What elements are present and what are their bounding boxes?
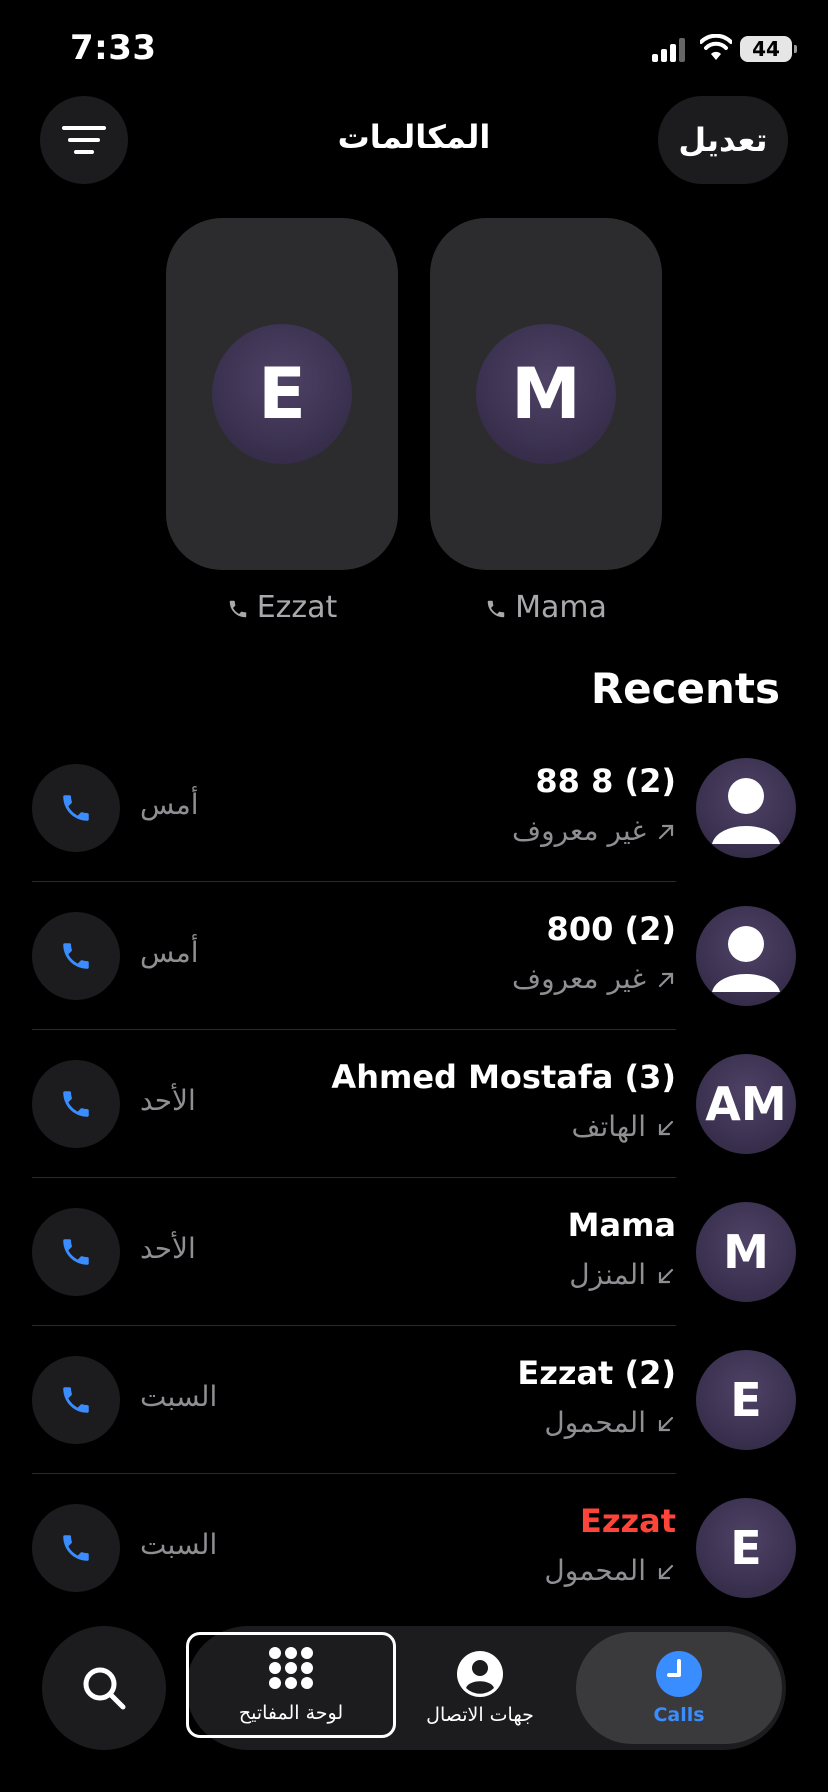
recent-call-row[interactable]: السبت Ezzat (2) المحمول E bbox=[0, 1326, 828, 1474]
favorite-label-ezzat: Ezzat bbox=[166, 590, 398, 625]
caller-name: 800 (2) bbox=[546, 910, 676, 948]
call-back-button[interactable] bbox=[32, 1208, 120, 1296]
call-type: المحمول bbox=[544, 1406, 676, 1439]
recent-call-row[interactable]: الأحد Ahmed Mostafa (3) الهاتف AM bbox=[0, 1030, 828, 1178]
call-back-button[interactable] bbox=[32, 1504, 120, 1592]
caller-avatar bbox=[696, 758, 796, 858]
search-button[interactable] bbox=[42, 1626, 166, 1750]
caller-name: Ezzat (2) bbox=[517, 1354, 676, 1392]
call-type: غير معروف bbox=[512, 814, 676, 847]
call-type-label: غير معروف bbox=[512, 814, 646, 847]
call-type-label: غير معروف bbox=[512, 962, 646, 995]
favorite-name: Ezzat bbox=[256, 590, 338, 625]
favorite-avatar: E bbox=[212, 324, 352, 464]
call-day: أمس bbox=[140, 788, 199, 821]
person-placeholder-icon bbox=[712, 926, 780, 992]
search-icon bbox=[83, 1667, 126, 1710]
contacts-person-icon bbox=[457, 1651, 503, 1697]
phone-icon bbox=[63, 943, 89, 969]
call-type: الهاتف bbox=[571, 1110, 676, 1143]
call-day: الأحد bbox=[140, 1232, 196, 1265]
person-placeholder-icon bbox=[712, 778, 780, 844]
phone-icon bbox=[63, 795, 89, 821]
recents-heading: Recents bbox=[590, 664, 780, 713]
keypad-icon bbox=[269, 1647, 313, 1689]
clock-icon bbox=[656, 1651, 702, 1697]
phone-icon bbox=[229, 600, 246, 617]
recent-call-row[interactable]: الأحد Mama المنزل M bbox=[0, 1178, 828, 1326]
caller-avatar bbox=[696, 906, 796, 1006]
recent-call-row[interactable]: السبت Ezzat المحمول E bbox=[0, 1474, 828, 1622]
edit-button[interactable]: تعديل bbox=[658, 96, 788, 184]
caller-avatar: M bbox=[696, 1202, 796, 1302]
battery-indicator: 44 bbox=[740, 36, 797, 62]
outgoing-arrow-icon bbox=[658, 972, 674, 988]
call-type: المنزل bbox=[569, 1258, 676, 1291]
caller-name: Mama bbox=[567, 1206, 676, 1244]
tab-calls[interactable]: Calls bbox=[576, 1632, 782, 1744]
call-type-label: المحمول bbox=[544, 1554, 646, 1587]
call-back-button[interactable] bbox=[32, 1356, 120, 1444]
call-back-button[interactable] bbox=[32, 764, 120, 852]
favorite-name: Mama bbox=[515, 590, 607, 625]
cellular-signal-icon bbox=[652, 38, 688, 62]
favorite-card-ezzat[interactable]: E bbox=[166, 218, 398, 570]
tab-bar: لوحة المفاتيح جهات الاتصال Calls bbox=[186, 1626, 786, 1750]
phone-icon bbox=[63, 1535, 89, 1561]
caller-avatar: AM bbox=[696, 1054, 796, 1154]
call-day: الأحد bbox=[140, 1084, 196, 1117]
call-day: أمس bbox=[140, 936, 199, 969]
caller-name: Ezzat bbox=[580, 1502, 676, 1540]
tab-calls-label: Calls bbox=[653, 1704, 705, 1726]
favorite-card-mama[interactable]: M bbox=[430, 218, 662, 570]
call-type: غير معروف bbox=[512, 962, 676, 995]
call-back-button[interactable] bbox=[32, 912, 120, 1000]
call-day: السبت bbox=[140, 1380, 218, 1413]
call-day: السبت bbox=[140, 1528, 218, 1561]
status-time: 7:33 bbox=[70, 28, 157, 68]
incoming-arrow-icon bbox=[658, 1268, 674, 1284]
incoming-arrow-icon bbox=[658, 1416, 674, 1432]
phone-icon bbox=[63, 1387, 89, 1413]
tab-contacts[interactable]: جهات الاتصال bbox=[394, 1626, 566, 1750]
favorite-label-mama: Mama bbox=[430, 590, 662, 625]
favorite-avatar: M bbox=[476, 324, 616, 464]
caller-name: 88 8 (2) bbox=[535, 762, 676, 800]
phone-icon bbox=[487, 600, 505, 617]
call-type-label: المنزل bbox=[569, 1258, 646, 1291]
caller-name: Ahmed Mostafa (3) bbox=[331, 1058, 676, 1096]
tab-contacts-label: جهات الاتصال bbox=[426, 1704, 534, 1726]
caller-avatar: E bbox=[696, 1350, 796, 1450]
recent-call-row[interactable]: أمس 800 (2) غير معروف bbox=[0, 882, 828, 1030]
caller-avatar: E bbox=[696, 1498, 796, 1598]
incoming-arrow-icon bbox=[658, 1120, 674, 1136]
phone-icon bbox=[63, 1239, 89, 1265]
call-type-label: الهاتف bbox=[571, 1110, 646, 1143]
phone-icon bbox=[63, 1091, 89, 1117]
outgoing-arrow-icon bbox=[658, 824, 674, 840]
status-bar: 7:33 44 bbox=[0, 0, 828, 100]
call-back-button[interactable] bbox=[32, 1060, 120, 1148]
call-type-label: المحمول bbox=[544, 1406, 646, 1439]
call-type: المحمول bbox=[544, 1554, 676, 1587]
recent-call-row[interactable]: أمس 88 8 (2) غير معروف bbox=[0, 734, 828, 882]
tab-keypad[interactable]: لوحة المفاتيح bbox=[186, 1632, 396, 1738]
tab-keypad-label: لوحة المفاتيح bbox=[238, 1702, 344, 1724]
wifi-icon bbox=[700, 34, 732, 60]
incoming-arrow-icon bbox=[658, 1564, 674, 1580]
